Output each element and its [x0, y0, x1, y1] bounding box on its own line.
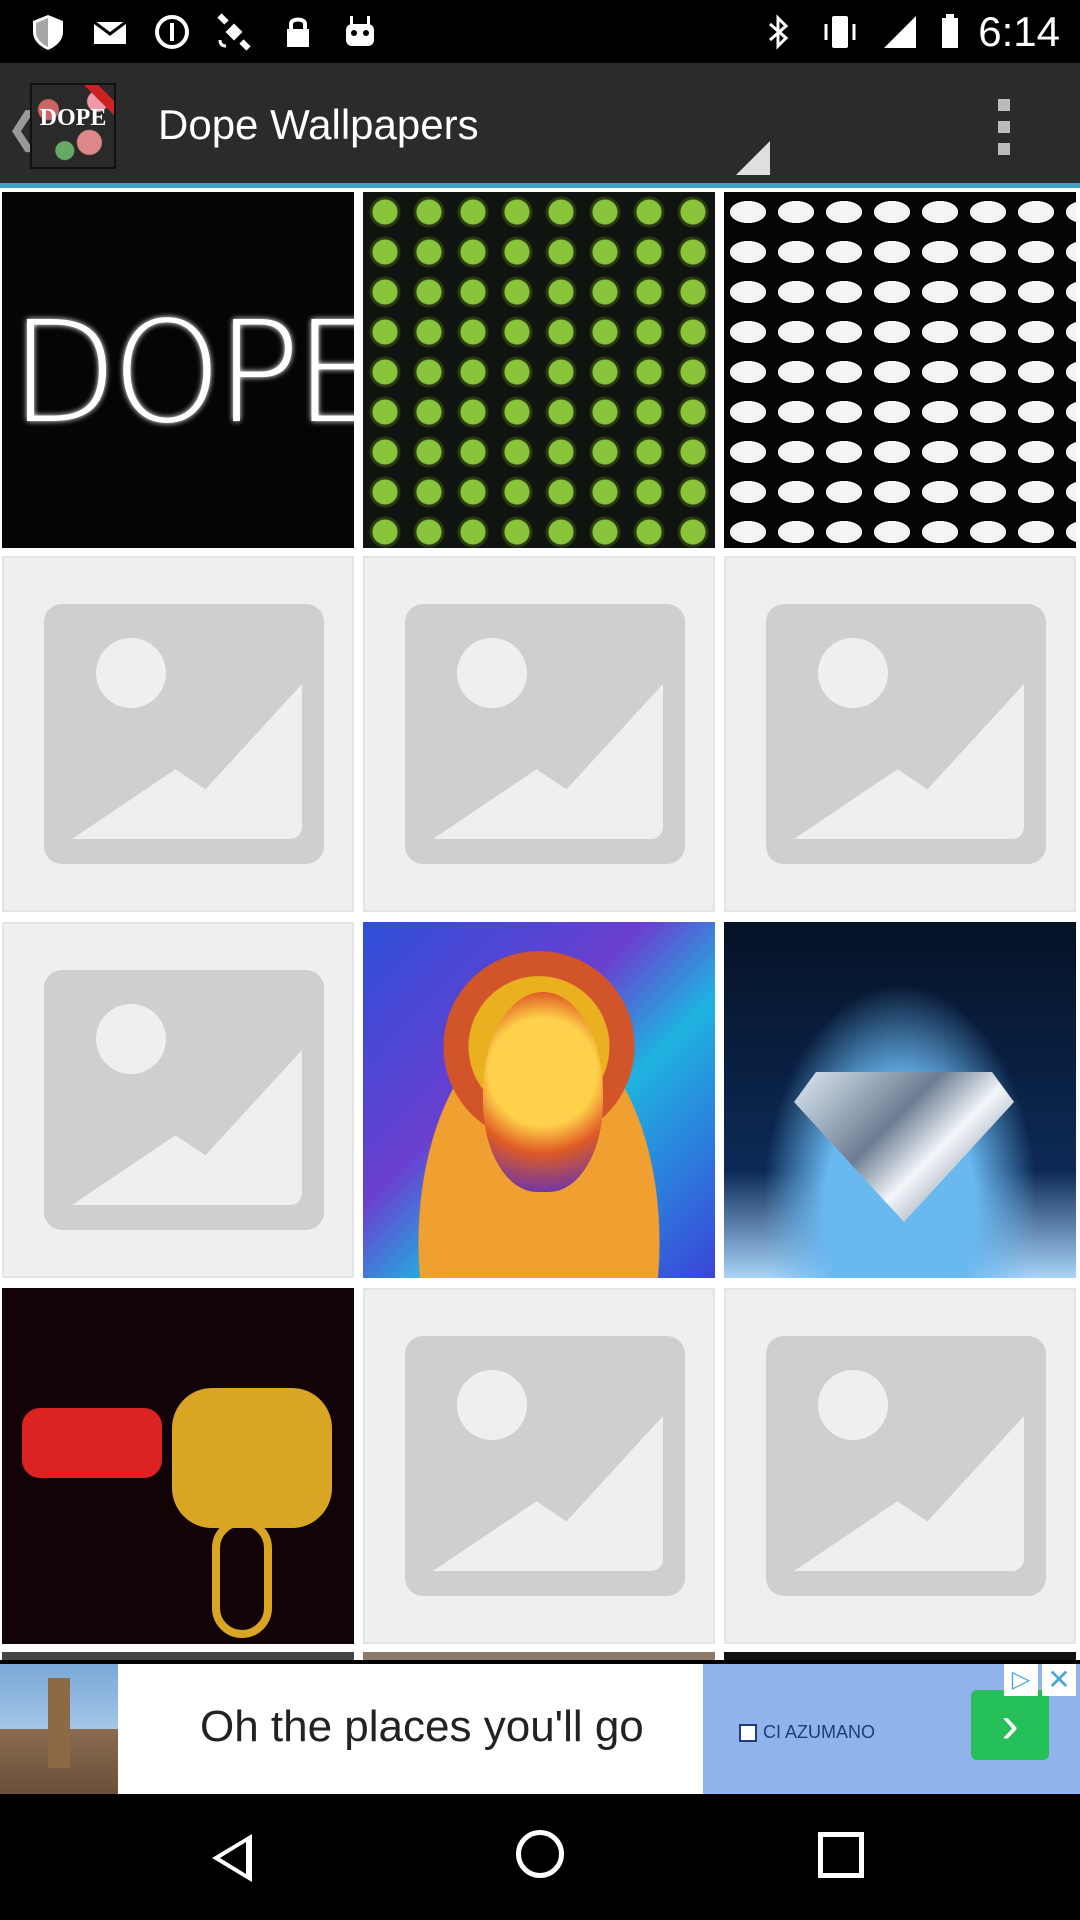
image-placeholder-icon	[405, 1336, 685, 1596]
image-placeholder-icon	[44, 604, 324, 864]
image-placeholder-icon	[405, 604, 685, 864]
wallpaper-tile-white-pattern[interactable]	[724, 192, 1076, 548]
signal-icon	[884, 16, 916, 48]
app-icon[interactable]: DOPE	[30, 83, 116, 169]
recents-button[interactable]	[818, 1832, 864, 1878]
back-button[interactable]	[212, 1834, 252, 1882]
image-placeholder-icon	[766, 1336, 1046, 1596]
next-row-tile[interactable]	[724, 1652, 1076, 1660]
gold-chain-art	[212, 1518, 272, 1638]
wallpaper-tile-diamond[interactable]	[724, 922, 1076, 1278]
wallpaper-tile-placeholder[interactable]	[2, 922, 354, 1278]
wallpaper-tile-placeholder[interactable]	[724, 1288, 1076, 1644]
wallpaper-tile-portrait[interactable]	[363, 922, 715, 1278]
wallpaper-tile-placeholder[interactable]	[363, 1288, 715, 1644]
gun-hand-art	[22, 1408, 162, 1478]
action-bar: ❮ DOPE Dope Wallpapers	[0, 63, 1080, 183]
wallpaper-tile-placeholder[interactable]	[724, 556, 1076, 912]
wallpaper-tile-placeholder[interactable]	[363, 556, 715, 912]
overflow-menu-icon[interactable]	[990, 93, 1018, 163]
navigation-bar	[0, 1794, 1080, 1920]
dope-neon-art: DOPE	[10, 292, 383, 455]
ad-banner[interactable]: Oh the places you'll go CI AZUMANO › ▷ ✕	[0, 1664, 1080, 1794]
ad-headline: Oh the places you'll go	[200, 1702, 644, 1751]
info-icon	[155, 15, 189, 49]
home-button[interactable]	[516, 1830, 564, 1878]
next-row-tile[interactable]	[363, 1652, 715, 1660]
ad-go-button[interactable]: ›	[971, 1690, 1049, 1760]
dropdown-triangle-icon[interactable]	[736, 141, 770, 175]
wallpaper-tile-dope[interactable]: DOPE	[2, 192, 383, 548]
app-icon-text: DOPE	[39, 105, 107, 131]
next-row-tile[interactable]	[2, 1652, 354, 1660]
wallpaper-tile-placeholder[interactable]	[2, 556, 354, 912]
satellite-icon	[217, 13, 251, 51]
clock: 6:14	[978, 8, 1060, 55]
lock-icon	[287, 17, 309, 47]
ad-photo	[0, 1664, 118, 1794]
page-title[interactable]: Dope Wallpapers	[158, 101, 479, 149]
shield-icon	[33, 15, 63, 50]
android-icon	[346, 16, 374, 46]
bluetooth-icon	[769, 14, 789, 50]
image-placeholder-icon	[44, 970, 324, 1230]
vibrate-icon	[824, 16, 856, 48]
wallpaper-tile-gauntlet[interactable]	[2, 1288, 354, 1644]
image-placeholder-icon	[766, 604, 1046, 864]
wallpaper-grid: DOPE	[0, 188, 1080, 1660]
ad-brand-logo-icon	[739, 1724, 757, 1742]
ad-brand-name: CI AZUMANO	[763, 1722, 876, 1742]
portrait-face	[483, 992, 603, 1192]
ad-close-icon[interactable]: ✕	[1042, 1664, 1076, 1696]
battery-icon	[942, 14, 958, 48]
mail-icon	[93, 20, 127, 44]
status-bar: 6:14	[0, 0, 1080, 63]
gauntlet-fist-art	[172, 1388, 332, 1528]
adchoices-icon[interactable]: ▷	[1004, 1664, 1038, 1696]
wallpaper-tile-green-pattern[interactable]	[363, 192, 715, 548]
diamond-gem	[794, 1072, 1014, 1222]
